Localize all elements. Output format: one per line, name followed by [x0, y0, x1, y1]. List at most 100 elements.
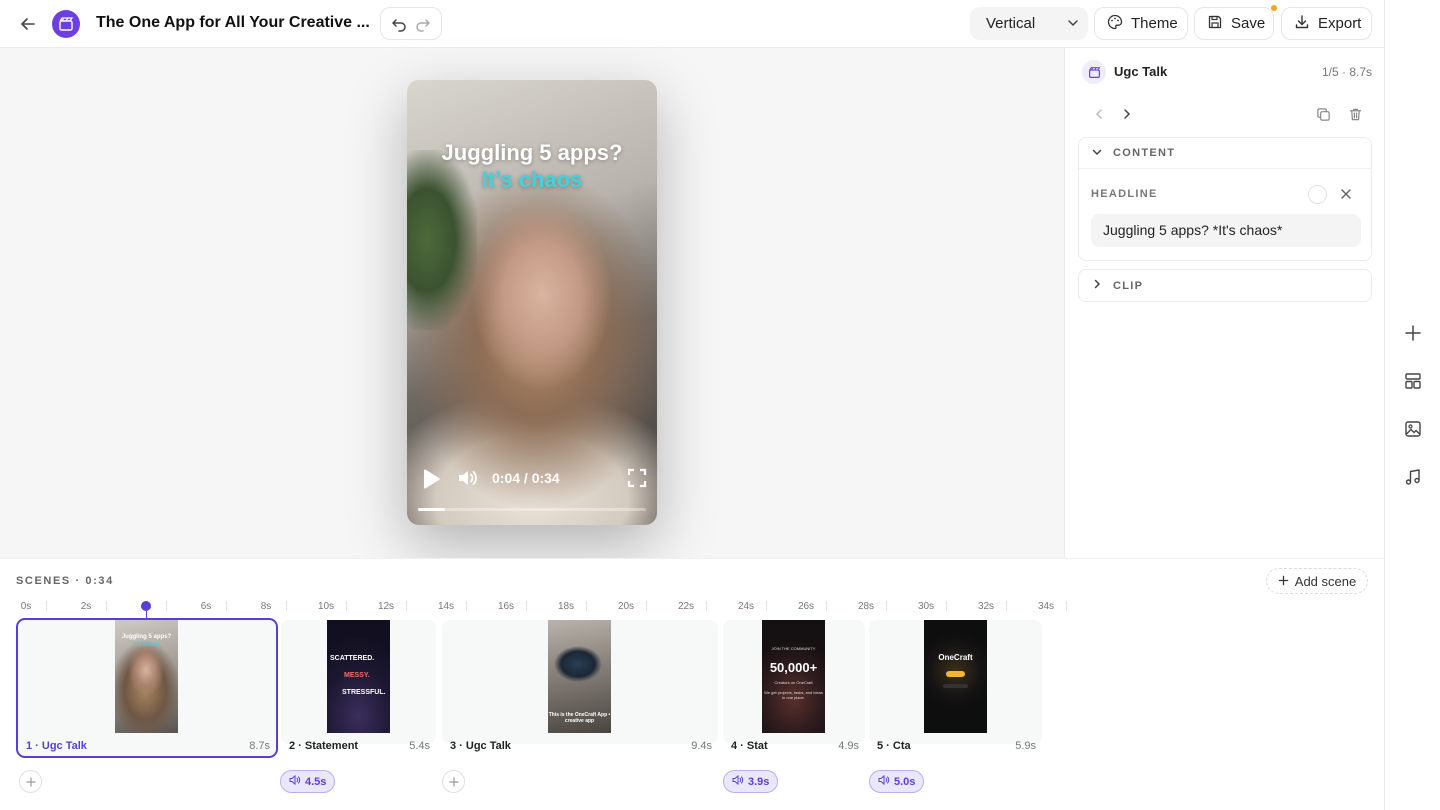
ruler-tick-mark: [166, 601, 167, 611]
trash-icon[interactable]: [1345, 104, 1365, 124]
video-progress-bar[interactable]: [418, 508, 646, 511]
audio-chip-4[interactable]: 3.9s: [723, 770, 779, 793]
audio-duration: 5.0s: [894, 775, 916, 788]
content-section-header[interactable]: CONTENT: [1079, 138, 1371, 169]
video-progress-fill: [418, 508, 445, 511]
clapperboard-icon: [1082, 60, 1106, 84]
preview-headline-line2: It’s chaos: [481, 167, 583, 192]
format-select-value: Vertical: [986, 15, 1036, 32]
volume-icon[interactable]: [457, 467, 479, 494]
thumb-text: JOIN THE COMMUNITY: [771, 646, 816, 651]
headline-label: HEADLINE: [1091, 188, 1158, 200]
ruler-tick-label: 6s: [200, 601, 212, 612]
music-icon[interactable]: [1403, 467, 1423, 487]
chevron-left-icon[interactable]: [1089, 104, 1109, 124]
thumb-cta-bar: [943, 684, 968, 688]
ruler-tick-label: 18s: [557, 601, 575, 612]
clip-section: CLIP: [1078, 269, 1372, 302]
add-scene-label: Add scene: [1294, 573, 1357, 589]
thumb-cta-pill: [946, 671, 965, 677]
ruler-tick-label: 30s: [917, 601, 935, 612]
content-section: CONTENT HEADLINE Juggling 5 apps? *It's …: [1078, 137, 1372, 261]
back-arrow-icon[interactable]: [16, 12, 40, 36]
speaker-icon: [878, 774, 890, 789]
format-select[interactable]: Vertical: [970, 7, 1088, 40]
audio-chip-5[interactable]: 5.0s: [869, 770, 925, 793]
inspector-panel: Ugc Talk 1/5 · 8.7s CONTENT HEADLINE Jug…: [1064, 48, 1384, 558]
plus-icon[interactable]: [1403, 323, 1423, 343]
scene-duration: 4.9s: [838, 740, 859, 752]
redo-icon[interactable]: [413, 14, 433, 34]
scene-thumbnail: OneCraft: [924, 620, 987, 733]
layout-icon[interactable]: [1403, 371, 1423, 391]
image-icon[interactable]: [1403, 419, 1423, 439]
ruler-tick-mark: [286, 601, 287, 611]
unsaved-indicator: [1271, 5, 1277, 11]
close-icon[interactable]: [1338, 186, 1354, 207]
export-button[interactable]: Export: [1281, 7, 1372, 40]
video-controls: 0:04 / 0:34: [407, 464, 657, 494]
audio-chip-2[interactable]: 4.5s: [280, 770, 336, 793]
scene-clip-1[interactable]: Juggling 5 apps? It's chaos 1 · Ugc Talk…: [16, 618, 278, 758]
headline-color-picker[interactable]: [1308, 185, 1327, 204]
thumb-text: Creators on OneCraft: [774, 680, 813, 685]
scene-header: Ugc Talk 1/5 · 8.7s: [1082, 60, 1372, 84]
thumb-text: 50,000+: [769, 660, 818, 675]
scene-clip-4[interactable]: JOIN THE COMMUNITY 50,000+ Creators on O…: [723, 620, 865, 752]
plus-icon: [1278, 574, 1289, 589]
tool-rail: [1384, 0, 1440, 810]
ruler-tick-label: 28s: [857, 601, 875, 612]
scene-duration: 5.9s: [1015, 740, 1036, 752]
scene-clip-3[interactable]: This is the OneCraft App • creative app …: [442, 620, 718, 752]
duplicate-icon[interactable]: [1313, 104, 1333, 124]
undo-icon[interactable]: [389, 14, 409, 34]
scenes-timeline: SCENES · 0:34 Add scene 0s2s4s6s8s10s12s…: [0, 558, 1384, 810]
add-audio-button[interactable]: [442, 770, 465, 793]
headline-input[interactable]: Juggling 5 apps? *It's chaos*: [1091, 214, 1361, 247]
play-icon[interactable]: [421, 468, 441, 495]
scene-clip-2[interactable]: SCATTERED. MESSY. STRESSFUL. 2 · Stateme…: [281, 620, 436, 752]
ruler-tick-label: 12s: [377, 601, 395, 612]
scene-thumbnail: SCATTERED. MESSY. STRESSFUL.: [327, 620, 390, 733]
project-title[interactable]: The One App for All Your Creative ...: [96, 14, 370, 32]
speaker-icon: [289, 774, 301, 789]
scene-duration: 9.4s: [691, 740, 712, 752]
scene-label: 1 · Ugc Talk: [26, 740, 87, 752]
video-preview[interactable]: Juggling 5 apps? It’s chaos 0:04 / 0:34: [407, 80, 657, 525]
thumb-text: STRESSFUL.: [342, 689, 386, 696]
add-scene-button[interactable]: Add scene: [1266, 568, 1368, 594]
time-ruler[interactable]: 0s2s4s6s8s10s12s14s16s18s20s22s24s26s28s…: [16, 597, 1072, 613]
playhead[interactable]: [141, 599, 151, 681]
ruler-tick-label: 10s: [317, 601, 335, 612]
add-audio-button[interactable]: [19, 770, 42, 793]
ruler-tick-mark: [526, 601, 527, 611]
clip-section-header[interactable]: CLIP: [1079, 270, 1371, 301]
palette-icon: [1107, 14, 1123, 34]
fullscreen-icon[interactable]: [627, 468, 647, 493]
theme-button-label: Theme: [1131, 15, 1178, 32]
playhead-handle[interactable]: [141, 601, 151, 611]
ruler-tick-mark: [646, 601, 647, 611]
content-section-title: CONTENT: [1113, 147, 1176, 159]
ruler-tick-label: 2s: [80, 601, 92, 612]
scene-clip-5[interactable]: OneCraft 5 · Cta 5.9s: [869, 620, 1042, 752]
save-button[interactable]: Save: [1194, 5, 1277, 40]
thumb-text: We get projects, tasks, and ideas in one…: [764, 690, 823, 700]
chevron-right-icon: [1091, 278, 1103, 293]
thumb-text: This is the OneCraft App • creative app: [548, 712, 611, 724]
download-icon: [1294, 14, 1310, 34]
chevron-right-icon[interactable]: [1117, 104, 1137, 124]
ruler-tick-mark: [46, 601, 47, 611]
scene-label: 3 · Ugc Talk: [450, 740, 511, 752]
theme-button[interactable]: Theme: [1094, 7, 1188, 40]
save-icon: [1207, 14, 1223, 34]
scenes-label: SCENES · 0:34: [16, 575, 114, 587]
audio-duration: 3.9s: [748, 775, 770, 788]
export-button-label: Export: [1318, 15, 1362, 32]
ruler-tick-mark: [946, 601, 947, 611]
audio-duration: 4.5s: [305, 775, 327, 788]
chevron-down-icon: [1066, 16, 1080, 34]
speaker-icon: [732, 774, 744, 789]
ruler-tick-label: 32s: [977, 601, 995, 612]
ruler-tick-mark: [466, 601, 467, 611]
